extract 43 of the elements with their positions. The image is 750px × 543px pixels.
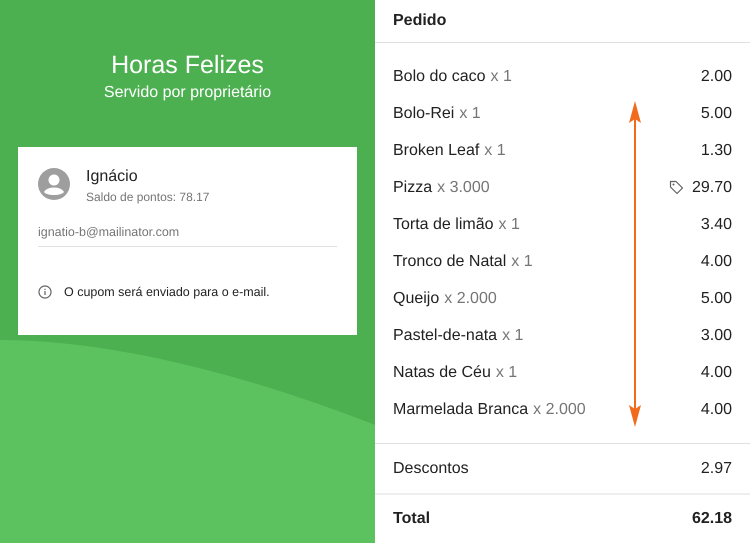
item-price: 1.30 [700,140,732,160]
total-label: Total [393,509,430,529]
item-name: Broken Leaf [393,140,480,160]
discounts-value: 2.97 [700,458,732,478]
item-name: Bolo do caco [393,66,486,86]
item-price: 5.00 [700,288,732,308]
item-price: 3.40 [700,214,732,234]
customer-name: Ignácio [86,167,139,187]
promo-subtitle: Servido por proprietário [104,83,272,103]
order-title: Pedido [393,11,446,31]
promo-title: Horas Felizes [111,50,264,80]
item-quantity: x 3.000 [437,178,490,198]
item-quantity: x 1 [484,140,506,160]
item-quantity: x 1 [511,252,533,272]
item-name: Natas de Céu [393,362,491,382]
item-price: 3.00 [700,326,732,346]
item-quantity: x 1 [498,214,520,234]
email-field[interactable]: ignatio-b@mailinator.com [38,223,337,247]
item-quantity: x 2.000 [533,400,586,420]
item-name: Marmelada Branca [393,400,528,420]
points-balance: Saldo de pontos: 78.17 [86,189,210,205]
item-name: Pizza [393,178,432,198]
item-price: 4.00 [700,252,732,272]
item-name: Tronco de Natal [393,252,506,272]
coupon-note: O cupom será enviado para o e-mail. [64,284,270,301]
discounts-label: Descontos [393,458,469,478]
item-quantity: x 1 [496,362,518,382]
item-quantity: x 2.000 [444,288,497,308]
item-name: Pastel-de-nata [393,326,498,346]
info-icon [38,285,52,300]
item-price: 4.00 [700,362,732,382]
avatar-icon [38,168,70,200]
item-name: Torta de limão [393,214,494,234]
item-price: 5.00 [700,104,732,124]
item-quantity: x 1 [502,326,524,346]
item-name: Bolo-Rei [393,104,454,124]
item-price: 2.00 [700,66,732,86]
item-price: 29.70 [692,178,732,198]
item-quantity: x 1 [490,66,512,86]
item-price: 4.00 [700,400,732,420]
total-value: 62.18 [692,509,732,529]
item-name: Queijo [393,288,440,308]
item-quantity: x 1 [459,104,481,124]
